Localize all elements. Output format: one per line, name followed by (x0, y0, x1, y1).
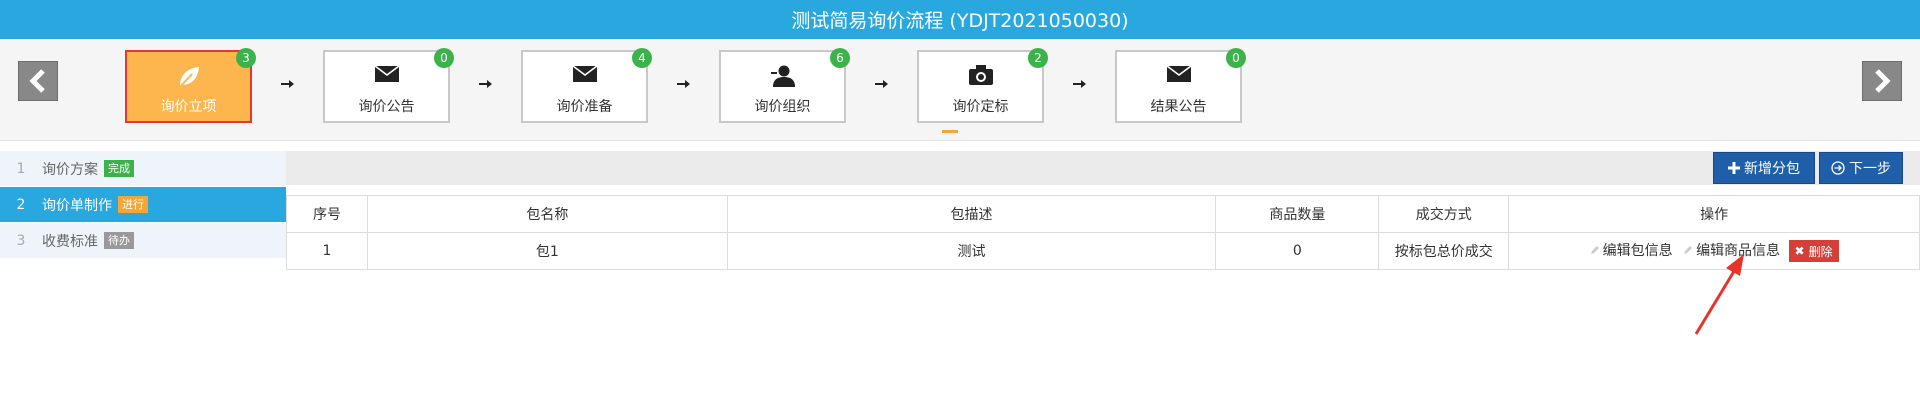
step-count-badge: 4 (632, 48, 652, 68)
step-label: 询价立项 (160, 99, 217, 115)
step-count-badge: 6 (830, 48, 850, 68)
previous-button[interactable] (18, 61, 58, 101)
arrow-right-icon (875, 80, 888, 88)
plus-icon (1728, 162, 1740, 174)
step-inquiry-organization[interactable]: 询价组织 6 (719, 48, 850, 123)
arrow-right-icon (677, 80, 690, 88)
close-icon: ✖ (1794, 244, 1805, 258)
cell-goods-quantity: 0 (1215, 232, 1380, 270)
step-result-announcement[interactable]: 结果公告 0 (1115, 48, 1246, 123)
chevron-left-icon (29, 69, 45, 93)
package-table: 序号 包名称 包描述 商品数量 成交方式 操作 1 包1 测试 0 按标包总价成… (286, 195, 1920, 270)
page-title: 测试简易询价流程 (YDJT2021050030) (0, 0, 1920, 39)
table-row: 1 包1 测试 0 按标包总价成交 编辑包信息 编辑商品信息 ✖ 删除 (286, 232, 1920, 270)
step-inquiry-award[interactable]: 询价定标 2 (917, 48, 1048, 123)
status-badge: 待办 (104, 232, 134, 249)
sidebar-item-inquiry-form[interactable]: 2 询价单制作 进行 (0, 187, 286, 222)
camera-icon (968, 65, 993, 85)
cell-package-description: 测试 (726, 232, 1217, 270)
arrow-right-icon (479, 80, 492, 88)
cell-index: 1 (286, 232, 368, 270)
current-step-marker (942, 130, 958, 133)
column-header: 序号 (286, 195, 368, 233)
sidebar-item-number: 1 (16, 160, 26, 177)
add-package-label: 新增分包 (1744, 161, 1800, 177)
leaf-icon (178, 67, 199, 88)
next-step-button[interactable]: 下一步 (1819, 152, 1903, 184)
envelope-icon (374, 65, 399, 82)
step-count-badge: 2 (1028, 48, 1048, 68)
table-header-row: 序号 包名称 包描述 商品数量 成交方式 操作 (286, 195, 1920, 233)
sidebar-item-label: 收费标准 (42, 233, 98, 250)
column-header: 操作 (1508, 195, 1920, 233)
pencil-icon (1590, 246, 1599, 254)
column-header: 成交方式 (1378, 195, 1510, 233)
status-badge: 完成 (104, 160, 134, 177)
step-label: 结果公告 (1150, 99, 1207, 115)
sidebar-item-number: 3 (16, 232, 26, 249)
step-inquiry-initiation[interactable]: 询价立项 3 (125, 48, 256, 123)
edit-package-label: 编辑包信息 (1602, 243, 1673, 259)
step-count-badge: 3 (236, 48, 256, 68)
step-inquiry-announcement[interactable]: 询价公告 0 (323, 48, 454, 123)
table-toolbar: 新增分包 下一步 (286, 151, 1920, 185)
user-icon (770, 65, 795, 87)
sidebar-item-inquiry-plan[interactable]: 1 询价方案 完成 (0, 151, 286, 186)
delete-button[interactable]: ✖ 删除 (1788, 240, 1839, 262)
sidebar-item-label: 询价单制作 (42, 197, 112, 214)
chevron-right-icon (1875, 69, 1891, 93)
envelope-icon (572, 65, 597, 82)
cell-transaction-method: 按标包总价成交 (1378, 232, 1510, 270)
delete-label: 删除 (1808, 244, 1833, 259)
cell-package-name: 包1 (366, 232, 728, 270)
next-step-label: 下一步 (1849, 161, 1891, 177)
step-label: 询价定标 (952, 99, 1009, 115)
step-label: 询价准备 (556, 99, 613, 115)
sidebar-item-label: 询价方案 (42, 161, 98, 178)
sidebar-item-fee-standard[interactable]: 3 收费标准 待办 (0, 223, 286, 258)
column-header: 包描述 (726, 195, 1217, 233)
status-badge: 进行 (118, 196, 148, 213)
step-count-badge: 0 (1226, 48, 1246, 68)
step-label: 询价公告 (358, 99, 415, 115)
add-package-button[interactable]: 新增分包 (1713, 152, 1815, 184)
column-header: 包名称 (366, 195, 728, 233)
step-label: 询价组织 (754, 99, 811, 115)
arrow-right-icon (1073, 80, 1086, 88)
annotation-arrow-icon (1694, 254, 1744, 335)
process-stepper: 询价立项 3 询价公告 0 询价准备 4 询价组织 6 询价定标 2 结果公告 … (0, 39, 1920, 141)
column-header: 商品数量 (1215, 195, 1380, 233)
edit-package-link[interactable]: 编辑包信息 (1590, 240, 1673, 260)
circle-arrow-right-icon (1831, 161, 1845, 175)
step-count-badge: 0 (434, 48, 454, 68)
next-button[interactable] (1862, 61, 1902, 101)
arrow-right-icon (281, 80, 294, 88)
step-inquiry-preparation[interactable]: 询价准备 4 (521, 48, 652, 123)
sidebar-item-number: 2 (16, 196, 26, 213)
envelope-icon (1166, 65, 1191, 82)
